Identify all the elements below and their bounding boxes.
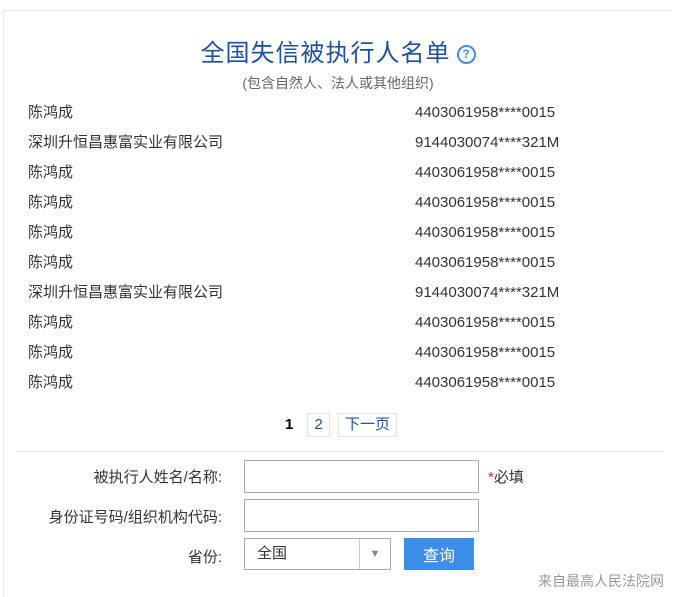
province-value: 全国: [257, 545, 288, 562]
result-code: 4403061958****0015: [415, 104, 556, 121]
next-page-link[interactable]: 下一页: [338, 413, 398, 437]
query-button[interactable]: 查询: [404, 538, 474, 570]
result-code: 4403061958****0015: [415, 224, 556, 241]
required-text: 必填: [493, 469, 524, 486]
result-name[interactable]: 陈鸿成: [28, 338, 73, 368]
question-circle-icon[interactable]: ?: [456, 45, 476, 64]
result-name[interactable]: 陈鸿成: [28, 218, 73, 248]
name-label: 被执行人姓名/名称:: [93, 469, 222, 486]
result-code: 9144030074****321M: [415, 284, 560, 301]
result-code: 4403061958****0015: [415, 314, 556, 331]
id-input[interactable]: [244, 499, 479, 532]
page-current: 1: [284, 416, 294, 433]
id-label: 身份证号码/组织机构代码:: [48, 509, 222, 526]
result-code: 4403061958****0015: [415, 374, 556, 391]
result-name[interactable]: 深圳升恒昌惠富实业有限公司: [28, 128, 223, 158]
results-list: 陈鸿成 4403061958****0015 深圳升恒昌惠富实业有限公司 91440…: [28, 98, 648, 398]
result-code: 9144030074****321M: [415, 134, 560, 151]
result-name[interactable]: 深圳升恒昌惠富实业有限公司: [28, 278, 223, 308]
blacklist-panel: 全国失信被执行人名单? (包含自然人、法人或其他组织) 陈鸿成 440306195…: [3, 10, 672, 597]
name-input[interactable]: [244, 460, 479, 493]
list-item[interactable]: 陈鸿成 4403061958****0015: [28, 338, 648, 368]
list-item[interactable]: 陈鸿成 4403061958****0015: [28, 248, 648, 278]
source-note: 来自最高人民法院网: [538, 573, 664, 589]
result-code: 4403061958****0015: [415, 344, 556, 361]
list-item[interactable]: 陈鸿成 4403061958****0015: [28, 308, 648, 338]
list-item[interactable]: 陈鸿成 4403061958****0015: [28, 218, 648, 248]
result-name[interactable]: 陈鸿成: [28, 188, 73, 218]
chevron-down-icon[interactable]: ▼: [359, 539, 390, 569]
list-item[interactable]: 陈鸿成 4403061958****0015: [28, 368, 648, 398]
list-item[interactable]: 深圳升恒昌惠富实业有限公司 9144030074****321M: [28, 128, 648, 158]
page-title: 全国失信被执行人名单: [200, 40, 451, 67]
title-area: 全国失信被执行人名单?: [4, 33, 672, 68]
page-2-link[interactable]: 2: [307, 413, 330, 437]
result-code: 4403061958****0015: [415, 164, 556, 181]
result-name[interactable]: 陈鸿成: [28, 248, 73, 278]
list-item[interactable]: 陈鸿成 4403061958****0015: [28, 158, 648, 188]
result-code: 4403061958****0015: [415, 194, 556, 211]
list-item[interactable]: 陈鸿成 4403061958****0015: [28, 188, 648, 218]
pagination: 1 2 下一页: [4, 413, 672, 437]
result-name[interactable]: 陈鸿成: [28, 368, 73, 398]
result-name[interactable]: 陈鸿成: [28, 308, 73, 338]
result-code: 4403061958****0015: [415, 254, 556, 271]
result-name[interactable]: 陈鸿成: [28, 158, 73, 188]
result-name[interactable]: 陈鸿成: [28, 98, 73, 128]
list-item[interactable]: 陈鸿成 4403061958****0015: [28, 98, 648, 128]
province-select[interactable]: 全国 ▼: [244, 538, 391, 570]
province-label: 省份:: [187, 549, 222, 566]
list-item[interactable]: 深圳升恒昌惠富实业有限公司 9144030074****321M: [28, 278, 648, 308]
page-subtitle: (包含自然人、法人或其他组织): [242, 75, 434, 91]
divider: [16, 451, 664, 452]
required-hint: *必填: [488, 466, 524, 487]
